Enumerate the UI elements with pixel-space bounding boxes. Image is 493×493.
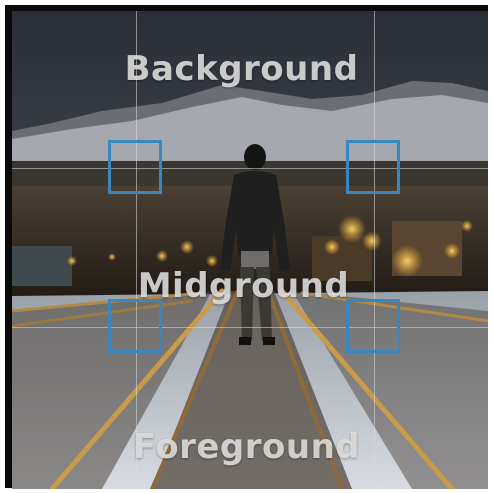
grid-line-horizontal-bottom (12, 327, 488, 328)
foreground-label: Foreground (132, 427, 361, 467)
background-label: Background (124, 49, 359, 89)
focus-marker-bottom-right (346, 299, 400, 353)
grid-line-horizontal-top (12, 168, 488, 169)
midground-label: Midground (137, 266, 350, 306)
focus-marker-top-left (108, 140, 162, 194)
focus-marker-top-right (346, 140, 400, 194)
focus-marker-bottom-left (108, 299, 162, 353)
